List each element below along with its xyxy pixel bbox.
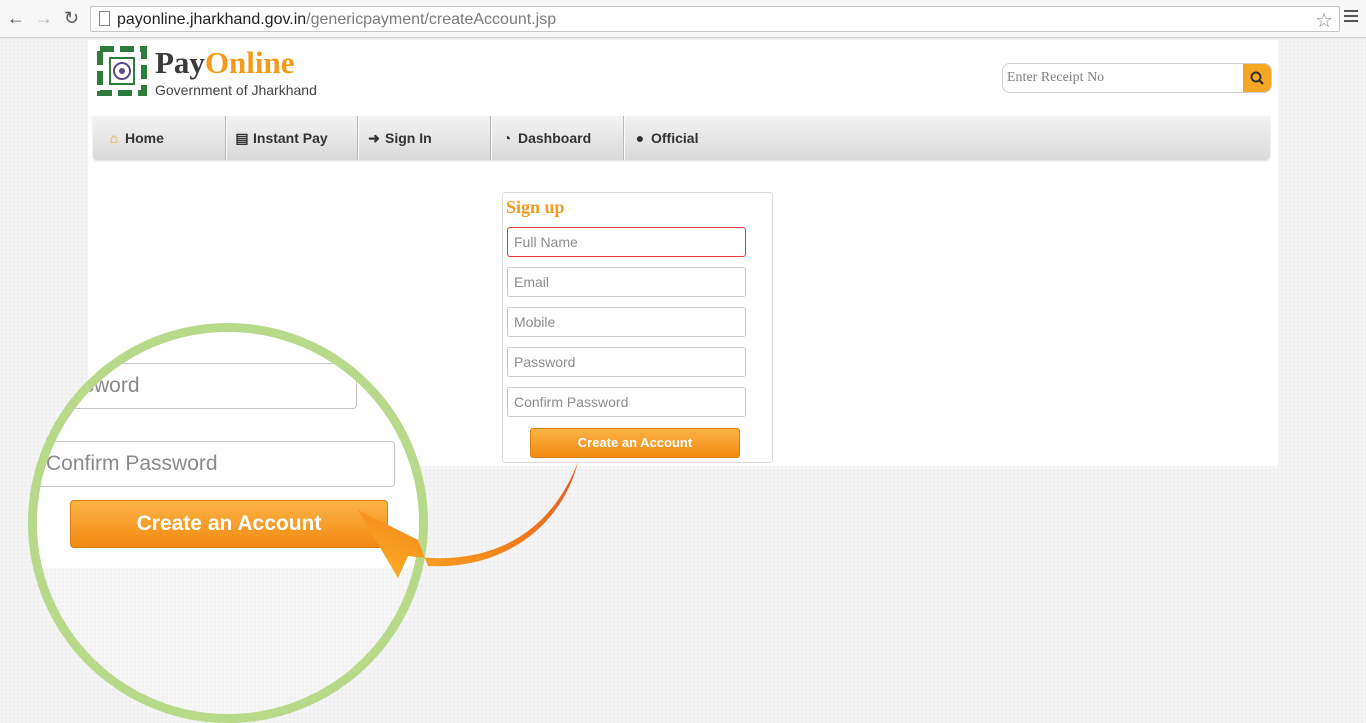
nav-divider bbox=[357, 116, 358, 160]
signup-title: Sign up bbox=[506, 197, 565, 217]
zoom-password-field: ssword bbox=[37, 363, 357, 409]
nav-divider bbox=[623, 116, 624, 160]
nav-sign-in-label: Sign In bbox=[385, 130, 432, 146]
nav-divider bbox=[490, 116, 491, 160]
reload-icon[interactable]: ↻ bbox=[64, 8, 79, 28]
browser-toolbar: ← → ↻ payonline.jharkhand.gov.in/generic… bbox=[0, 0, 1366, 38]
forward-arrow-icon[interactable]: → bbox=[35, 8, 53, 28]
zoom-password-text: ssword bbox=[73, 374, 140, 397]
credit-card-icon: ▤ bbox=[235, 130, 249, 146]
nav-official[interactable]: ● Official bbox=[633, 116, 699, 160]
jharkhand-emblem-logo bbox=[97, 46, 147, 96]
mobile-field[interactable] bbox=[507, 307, 746, 337]
back-arrow-icon[interactable]: ← bbox=[7, 8, 25, 28]
nav-instant-pay[interactable]: ▤ Instant Pay bbox=[235, 116, 328, 160]
address-bar[interactable]: payonline.jharkhand.gov.in/genericpaymen… bbox=[90, 6, 1340, 32]
home-icon: ⌂ bbox=[109, 130, 119, 146]
user-icon: ● bbox=[635, 130, 645, 146]
nav-dashboard[interactable]: ◔ Dashboard bbox=[500, 116, 591, 160]
receipt-search bbox=[1002, 63, 1272, 93]
main-nav: ⌂ Home ▤ Instant Pay ➜ Sign In ◔ Dashboard ●… bbox=[93, 116, 1270, 160]
receipt-search-input[interactable] bbox=[1003, 64, 1243, 92]
nav-sign-in[interactable]: ➜ Sign In bbox=[367, 116, 432, 160]
zoom-confirm-password-field: Confirm Password bbox=[37, 441, 395, 487]
dashboard-icon: ◔ bbox=[502, 130, 512, 146]
confirm-password-field[interactable] bbox=[507, 387, 746, 417]
search-button[interactable] bbox=[1243, 64, 1271, 92]
nav-instant-pay-label: Instant Pay bbox=[253, 130, 328, 146]
nav-dashboard-label: Dashboard bbox=[518, 130, 592, 146]
nav-official-label: Official bbox=[651, 130, 699, 146]
search-icon bbox=[1250, 71, 1264, 85]
bookmark-star-icon[interactable]: ☆ bbox=[1315, 8, 1333, 33]
nav-divider bbox=[225, 116, 226, 160]
url-text[interactable]: payonline.jharkhand.gov.in/genericpaymen… bbox=[117, 11, 556, 29]
password-field[interactable] bbox=[507, 347, 746, 377]
create-account-button[interactable]: Create an Account bbox=[530, 428, 740, 458]
sign-in-icon: ➜ bbox=[368, 130, 380, 146]
brand-tagline: Government of Jharkhand bbox=[155, 82, 317, 98]
nav-home-label: Home bbox=[125, 130, 164, 146]
browser-menu-icon[interactable] bbox=[1344, 10, 1358, 25]
page-icon bbox=[99, 11, 110, 26]
email-field[interactable] bbox=[507, 267, 746, 297]
brand-name: PayOnline bbox=[155, 45, 295, 80]
full-name-field[interactable] bbox=[507, 227, 746, 257]
nav-home[interactable]: ⌂ Home bbox=[107, 116, 164, 160]
url-host: payonline.jharkhand.gov.in bbox=[117, 11, 307, 28]
url-path: /genericpayment/createAccount.jsp bbox=[306, 11, 557, 28]
zoom-create-account-button: Create an Account bbox=[70, 500, 388, 548]
zoom-callout: ssword Confirm Password Create an Accoun… bbox=[28, 323, 428, 723]
